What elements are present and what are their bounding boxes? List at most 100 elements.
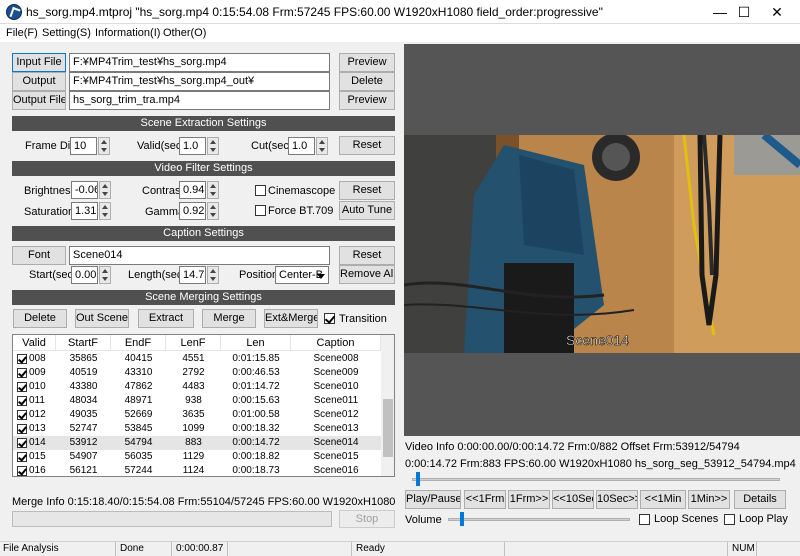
table-cell: Scene015 bbox=[313, 451, 359, 462]
font-button[interactable]: Font bbox=[12, 246, 66, 265]
col-header-caption[interactable]: Caption bbox=[291, 335, 381, 351]
length-sec-input[interactable]: 14.72 bbox=[179, 266, 206, 284]
loop-scenes-checkbox[interactable] bbox=[639, 514, 650, 525]
contrast-spinner[interactable] bbox=[207, 181, 219, 199]
saturation-spinner[interactable] bbox=[99, 202, 111, 220]
table-cell: 010 bbox=[29, 381, 46, 392]
out-scenes-button[interactable]: Out Scenes bbox=[75, 309, 129, 328]
preview-output-button[interactable]: Preview bbox=[339, 91, 395, 110]
position-select[interactable]: Center-B bbox=[275, 266, 329, 284]
volume-track[interactable] bbox=[448, 518, 630, 521]
back-1min-button[interactable]: <<1Min bbox=[640, 490, 686, 509]
close-button[interactable]: ✕ bbox=[754, 0, 800, 24]
menu-information[interactable]: Information(I) bbox=[95, 27, 160, 39]
table-row[interactable]: 012 49035 52669 3635 0:01:00.58 Scene012 bbox=[13, 408, 381, 422]
reset-caption-button[interactable]: Reset bbox=[339, 246, 395, 265]
table-row[interactable]: 011 48034 48971 938 0:00:15.63 Scene011 bbox=[13, 394, 381, 408]
input-file-field[interactable]: F:¥MP4Trim_test¥hs_sorg.mp4 bbox=[69, 53, 330, 72]
list-scrollbar-thumb[interactable] bbox=[383, 399, 393, 457]
table-cell: 52669 bbox=[124, 409, 153, 420]
output-file-button[interactable]: Output File bbox=[12, 91, 66, 110]
table-cell: Scene008 bbox=[313, 353, 359, 364]
caption-text-field[interactable]: Scene014 bbox=[69, 246, 330, 265]
row-valid-checkbox[interactable] bbox=[17, 466, 27, 476]
merge-info: Merge Info 0:15:18.40/0:15:54.08 Frm:551… bbox=[12, 496, 396, 508]
table-cell: 57244 bbox=[124, 465, 153, 476]
extract-button[interactable]: Extract bbox=[138, 309, 194, 328]
table-cell: 56121 bbox=[69, 465, 98, 476]
menu-file[interactable]: File(F) bbox=[6, 27, 38, 39]
col-header-len[interactable]: Len bbox=[221, 335, 291, 351]
row-valid-checkbox[interactable] bbox=[17, 396, 27, 406]
menu-setting[interactable]: Setting(S) bbox=[42, 27, 91, 39]
frame-diff-input[interactable]: 10 bbox=[70, 137, 97, 155]
details-button[interactable]: Details bbox=[734, 490, 786, 509]
merge-button[interactable]: Merge bbox=[202, 309, 256, 328]
forward-1min-button[interactable]: 1Min>> bbox=[688, 490, 730, 509]
gamma-spinner[interactable] bbox=[207, 202, 219, 220]
table-cell: 016 bbox=[29, 465, 46, 476]
reset-filter-button[interactable]: Reset bbox=[339, 181, 395, 200]
seek-thumb[interactable] bbox=[416, 472, 420, 486]
length-sec-spinner[interactable] bbox=[207, 266, 219, 284]
saturation-input[interactable]: 1.31 bbox=[71, 202, 98, 220]
start-sec-input[interactable]: 0.00 bbox=[71, 266, 98, 284]
force-bt709-checkbox[interactable] bbox=[255, 205, 266, 216]
ext-merge-button[interactable]: Ext&Merge bbox=[264, 309, 318, 328]
table-row[interactable]: 010 43380 47862 4483 0:01:14.72 Scene010 bbox=[13, 380, 381, 394]
loop-play-checkbox[interactable] bbox=[724, 514, 735, 525]
col-header-startf[interactable]: StartF bbox=[56, 335, 111, 351]
row-valid-checkbox[interactable] bbox=[17, 452, 27, 462]
volume-thumb[interactable] bbox=[460, 512, 464, 526]
back-10sec-button[interactable]: <<10Sec bbox=[552, 490, 594, 509]
forward-10sec-button[interactable]: 10Sec>> bbox=[596, 490, 638, 509]
auto-tune-button[interactable]: Auto Tune bbox=[339, 201, 395, 220]
back-1frm-button[interactable]: <<1Frm bbox=[464, 490, 506, 509]
table-row[interactable]: 016 56121 57244 1124 0:00:18.73 Scene016 bbox=[13, 464, 381, 476]
delete-scene-button[interactable]: Delete bbox=[13, 309, 67, 328]
table-cell: 009 bbox=[29, 367, 46, 378]
row-valid-checkbox[interactable] bbox=[17, 382, 27, 392]
valid-sec-spinner[interactable] bbox=[207, 137, 219, 155]
seek-track[interactable] bbox=[412, 478, 780, 481]
forward-1frm-button[interactable]: 1Frm>> bbox=[508, 490, 550, 509]
input-file-button[interactable]: Input File bbox=[12, 53, 66, 72]
scene-list[interactable]: Valid StartF EndF LenF Len Caption 008 35… bbox=[12, 334, 395, 477]
table-cell: 43310 bbox=[124, 367, 153, 378]
table-row[interactable]: 014 53912 54794 883 0:00:14.72 Scene014 bbox=[13, 436, 381, 450]
contrast-input[interactable]: 0.94 bbox=[179, 181, 206, 199]
row-valid-checkbox[interactable] bbox=[17, 438, 27, 448]
table-cell: Scene009 bbox=[313, 367, 359, 378]
output-button[interactable]: Output bbox=[12, 72, 66, 91]
menu-other[interactable]: Other(O) bbox=[163, 27, 206, 39]
frame-diff-spinner[interactable] bbox=[98, 137, 110, 155]
stop-button[interactable]: Stop bbox=[339, 510, 395, 528]
col-header-valid[interactable]: Valid bbox=[13, 335, 56, 351]
remove-all-button[interactable]: Remove All bbox=[339, 265, 395, 284]
play-pause-button[interactable]: Play/Pause bbox=[405, 490, 461, 509]
brightness-input[interactable]: -0.06 bbox=[71, 181, 98, 199]
output-field[interactable]: F:¥MP4Trim_test¥hs_sorg.mp4_out¥ bbox=[69, 72, 330, 91]
table-row[interactable]: 015 54907 56035 1129 0:00:18.82 Scene015 bbox=[13, 450, 381, 464]
row-valid-checkbox[interactable] bbox=[17, 424, 27, 434]
cut-sec-input[interactable]: 1.0 bbox=[288, 137, 315, 155]
brightness-spinner[interactable] bbox=[99, 181, 111, 199]
table-row[interactable]: 008 35865 40415 4551 0:01:15.85 Scene008 bbox=[13, 352, 381, 366]
valid-sec-input[interactable]: 1.0 bbox=[179, 137, 206, 155]
preview-input-button[interactable]: Preview bbox=[339, 53, 395, 72]
cinemascope-checkbox[interactable] bbox=[255, 185, 266, 196]
reset-extraction-button[interactable]: Reset bbox=[339, 136, 395, 155]
delete-output-button[interactable]: Delete bbox=[339, 72, 395, 91]
cut-sec-spinner[interactable] bbox=[316, 137, 328, 155]
gamma-input[interactable]: 0.92 bbox=[179, 202, 206, 220]
output-file-field[interactable]: hs_sorg_trim_tra.mp4 bbox=[69, 91, 330, 110]
row-valid-checkbox[interactable] bbox=[17, 410, 27, 420]
row-valid-checkbox[interactable] bbox=[17, 368, 27, 378]
transition-checkbox[interactable] bbox=[324, 313, 335, 324]
table-row[interactable]: 013 52747 53845 1099 0:00:18.32 Scene013 bbox=[13, 422, 381, 436]
start-sec-spinner[interactable] bbox=[99, 266, 111, 284]
table-row[interactable]: 009 40519 43310 2792 0:00:46.53 Scene009 bbox=[13, 366, 381, 380]
row-valid-checkbox[interactable] bbox=[17, 354, 27, 364]
col-header-endf[interactable]: EndF bbox=[111, 335, 166, 351]
col-header-lenf[interactable]: LenF bbox=[166, 335, 221, 351]
